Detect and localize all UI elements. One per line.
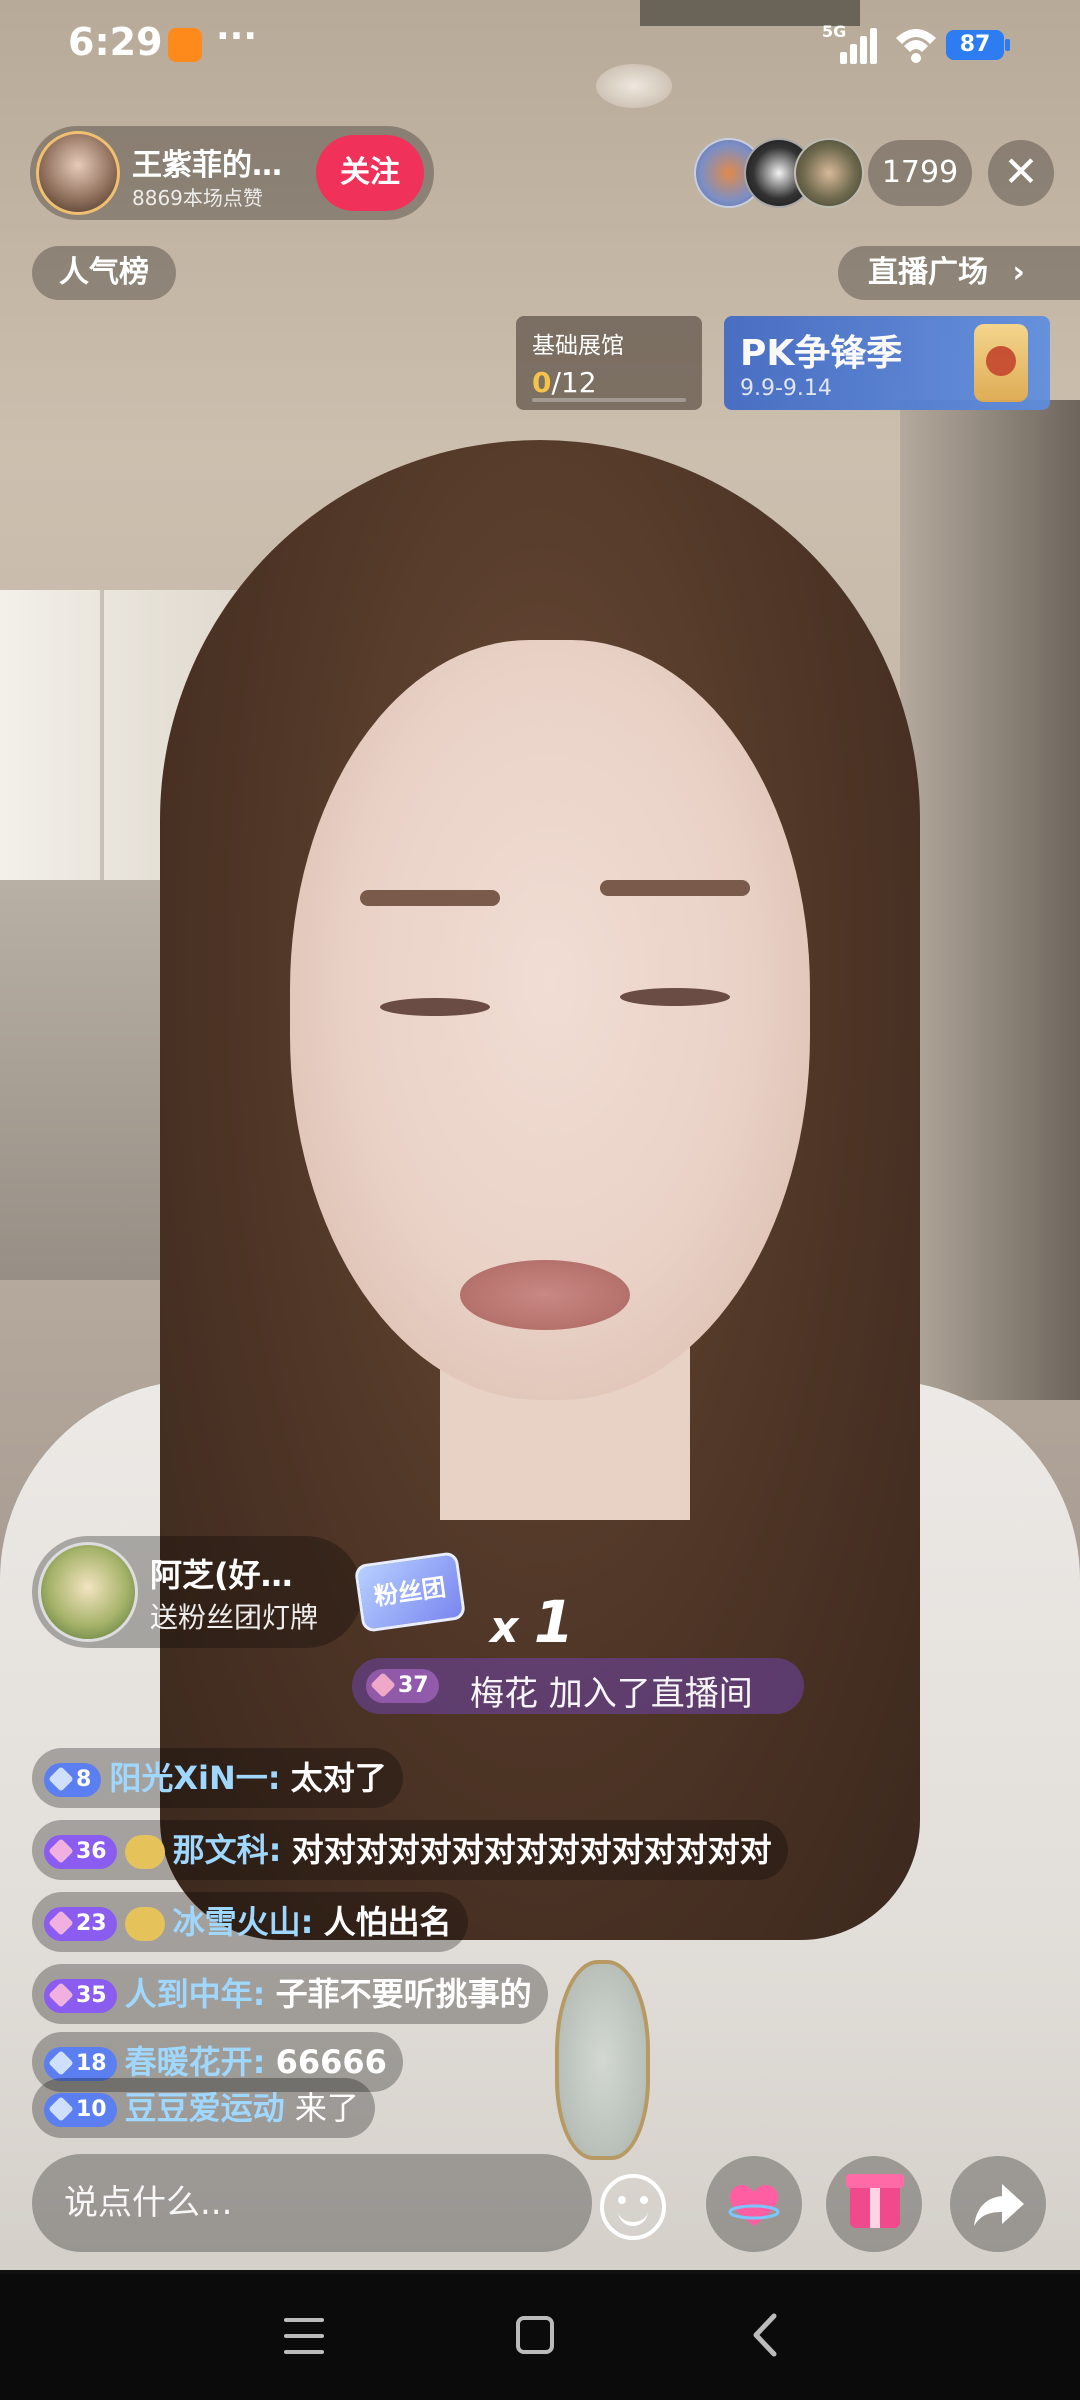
eyebrow <box>360 890 500 906</box>
back-icon[interactable] <box>746 2312 786 2358</box>
status-bar: 6:29 ··· 5G 87 <box>0 0 1080 90</box>
chat-text: 66666 <box>275 2043 387 2081</box>
lips <box>460 1260 630 1330</box>
chat-text: 来了 <box>294 2089 359 2127</box>
wifi-icon <box>896 29 936 63</box>
trophy-icon <box>974 324 1028 402</box>
more-notifications-icon: ··· <box>216 16 258 57</box>
chat-message[interactable]: 23 冰雪火山: 人怕出名 <box>32 1892 468 1952</box>
fan-heart-icon <box>124 1907 165 1941</box>
live-plaza-label: 直播广场 <box>868 255 988 290</box>
level-badge: 23 <box>44 1907 117 1941</box>
chat-text: 子菲不要听挑事的 <box>275 1975 532 2013</box>
follow-button[interactable]: 关注 <box>316 135 424 211</box>
level-badge: 10 <box>44 2093 117 2127</box>
gift-icon <box>846 2174 904 2228</box>
level-badge: 18 <box>44 2047 117 2081</box>
basic-hall-card[interactable]: 基础展馆 0/12 <box>516 316 702 410</box>
gift-count: x 1 <box>490 1588 575 1656</box>
viewer-avatar[interactable] <box>794 138 864 208</box>
level-badge: 8 <box>44 1763 102 1797</box>
share-icon <box>974 2184 1024 2226</box>
chat-message[interactable]: 35 人到中年: 子菲不要听挑事的 <box>32 1964 548 2024</box>
chat-text: 人怕出名 <box>323 1903 452 1941</box>
join-text: 梅花 加入了直播间 <box>470 1674 753 1714</box>
system-nav-bar <box>0 2274 1080 2400</box>
chat-username[interactable]: 那文科: <box>173 1831 282 1869</box>
gifter-avatar[interactable] <box>38 1542 138 1642</box>
host-avatar[interactable] <box>36 131 120 215</box>
gifter-name: 阿芝(好… <box>150 1556 293 1594</box>
emoji-icon[interactable] <box>600 2174 666 2240</box>
eye <box>620 988 730 1006</box>
chat-text: 太对了 <box>290 1759 387 1797</box>
clock: 6:29 <box>68 20 163 64</box>
hall-title: 基础展馆 <box>532 333 624 359</box>
level-badge: 35 <box>44 1979 117 2013</box>
join-notification: 37 梅花 加入了直播间 <box>352 1658 804 1714</box>
comment-input[interactable]: 说点什么... <box>32 2154 592 2252</box>
wall <box>900 400 1080 1400</box>
host-likes: 8869本场点赞 <box>132 186 263 210</box>
chat-username[interactable]: 冰雪火山: <box>173 1903 314 1941</box>
fan-heart-icon <box>124 1835 165 1869</box>
app-notification-icon <box>168 28 202 62</box>
live-plaza-button[interactable]: 直播广场 › <box>838 246 1080 300</box>
gift-description: 送粉丝团灯牌 <box>150 1601 319 1634</box>
chat-username[interactable]: 阳光XiN一: <box>109 1759 280 1797</box>
recent-apps-icon[interactable] <box>284 2318 324 2354</box>
eyebrow <box>600 880 750 896</box>
level-badge: 37 <box>366 1669 439 1703</box>
host-name: 王紫菲的… <box>132 148 282 183</box>
jade-pendant <box>555 1960 650 2160</box>
chevron-right-icon: › <box>1012 255 1025 290</box>
fan-club-badge-icon: 粉丝团 <box>353 1551 467 1633</box>
chat-username[interactable]: 春暖花开: <box>125 2043 266 2081</box>
signal-icon <box>840 28 880 64</box>
gift-notification[interactable]: 阿芝(好… 送粉丝团灯牌 <box>32 1536 362 1648</box>
level-badge: 36 <box>44 1835 117 1869</box>
heart-icon <box>728 2185 780 2226</box>
pk-season-card[interactable]: PK争锋季 9.9-9.14 <box>724 316 1050 410</box>
battery-icon: 87 <box>946 30 1010 60</box>
home-icon[interactable] <box>516 2316 554 2354</box>
chat-message[interactable]: 36 那文科: 对对对对对对对对对对对对对对对 <box>32 1820 788 1880</box>
like-button[interactable] <box>706 2156 802 2252</box>
chat-text: 对对对对对对对对对对对对对对对 <box>291 1831 772 1869</box>
hall-progress: 0/12 <box>532 366 597 399</box>
eye <box>380 998 490 1016</box>
chat-message[interactable]: 10 豆豆爱运动 来了 <box>32 2078 375 2138</box>
gift-button[interactable] <box>826 2156 922 2252</box>
share-button[interactable] <box>950 2156 1046 2252</box>
popularity-rank-button[interactable]: 人气榜 <box>32 246 176 300</box>
viewer-count[interactable]: 1799 <box>868 140 972 206</box>
close-button[interactable]: ✕ <box>988 140 1054 206</box>
host-info[interactable]: 王紫菲的… 8869本场点赞 关注 <box>30 126 434 220</box>
chat-username[interactable]: 豆豆爱运动 <box>125 2089 285 2127</box>
hall-progress-bar <box>532 398 686 402</box>
chat-message[interactable]: 8 阳光XiN一: 太对了 <box>32 1748 403 1808</box>
chat-username[interactable]: 人到中年: <box>125 1975 266 2013</box>
